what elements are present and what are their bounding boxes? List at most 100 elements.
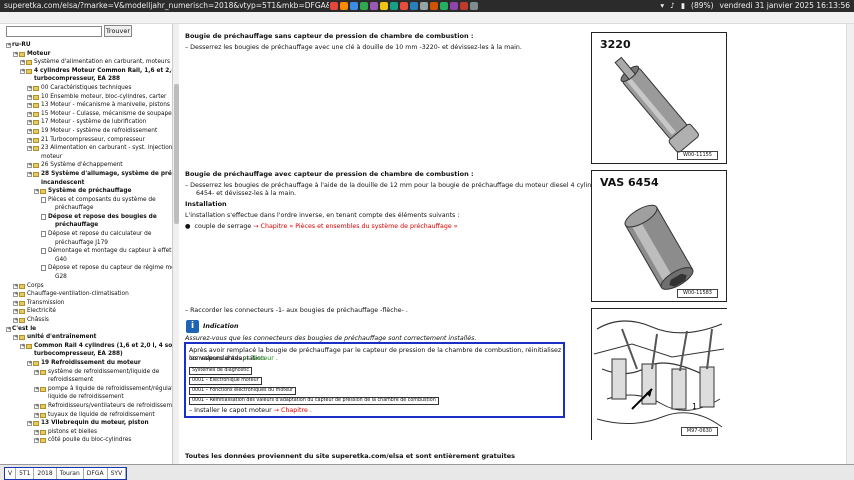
tree-item[interactable]: + Système d'alimentation en carburant, mo… — [0, 58, 172, 67]
expand-toggle-icon[interactable]: + — [13, 300, 18, 306]
tree-item[interactable]: +26 Système d'échappement — [0, 161, 172, 170]
sidebar-scrollbar[interactable] — [172, 24, 179, 464]
expand-toggle-icon[interactable]: + — [34, 412, 39, 418]
tree-item[interactable]: +17 Moteur - système de lubrification — [0, 118, 172, 127]
tree-item[interactable]: +21 Turbocompresseur, compresseur — [0, 136, 172, 145]
tree-item[interactable]: turbocompresseur, EA 288) — [0, 350, 172, 359]
breadcrumb-item[interactable]: 2018 — [34, 468, 57, 479]
app-icon[interactable] — [420, 2, 428, 10]
tree-item[interactable]: Pièces et composants du système de — [0, 196, 172, 205]
tree-item[interactable]: refroidissement — [0, 376, 172, 385]
expand-toggle-icon[interactable]: + — [27, 111, 32, 117]
tree-item[interactable]: préchauffage — [0, 221, 172, 230]
tree-item[interactable]: préchauffage — [0, 204, 172, 213]
tree-item[interactable]: + Electricité — [0, 307, 172, 316]
app-icon[interactable] — [440, 2, 448, 10]
expand-toggle-icon[interactable]: + — [27, 103, 32, 109]
tree-item[interactable]: Dépose et repose du capteur de régime mo… — [0, 264, 172, 273]
tree-item[interactable]: G28 — [0, 273, 172, 282]
tree-item[interactable]: + tuyaux de liquide de refroidissement — [0, 411, 172, 420]
expand-toggle-icon[interactable]: + — [27, 421, 32, 427]
app-icon[interactable] — [430, 2, 438, 10]
expand-toggle-icon[interactable]: + — [20, 60, 25, 66]
app-icon[interactable] — [390, 2, 398, 10]
app-icon[interactable] — [350, 2, 358, 10]
tree-item[interactable]: + Moteur — [0, 50, 172, 59]
expand-toggle-icon[interactable]: + — [27, 137, 32, 143]
tree-item[interactable]: + Refroidisseurs/ventilateurs de refroidi… — [0, 402, 172, 411]
tree-item[interactable]: +10 Ensemble moteur, bloc-cylindres, car… — [0, 93, 172, 102]
tree-item[interactable]: +00 Caractéristiques techniques — [0, 84, 172, 93]
clock[interactable]: vendredi 31 janvier 2025 16:13:56 — [720, 0, 850, 12]
app-icon[interactable] — [380, 2, 388, 10]
tree-item[interactable]: turbocompresseur, EA 288 — [0, 75, 172, 84]
breadcrumb-item[interactable]: V — [5, 468, 17, 479]
scrollbar-thumb[interactable] — [174, 84, 179, 224]
tree-item[interactable]: Dépose et repose des bougies de — [0, 213, 172, 222]
expand-toggle-icon[interactable]: + — [27, 128, 32, 134]
main-scrollbar[interactable] — [846, 24, 854, 464]
tree-item[interactable]: +15 Moteur - Culasse, mécanisme de soupa… — [0, 110, 172, 119]
tree-item[interactable]: + pistons et bielles — [0, 428, 172, 437]
expand-toggle-icon[interactable]: + — [13, 51, 18, 57]
expand-toggle-icon[interactable]: + — [20, 343, 25, 349]
tree-item[interactable]: +23 Alimentation en carburant - syst. in… — [0, 144, 172, 153]
expand-toggle-icon[interactable]: + — [34, 369, 39, 375]
breadcrumb-item[interactable]: 5T1 — [16, 468, 35, 479]
tree-item[interactable]: + ru-RU — [0, 41, 172, 50]
expand-toggle-icon[interactable]: + — [27, 163, 32, 169]
expand-toggle-icon[interactable]: + — [34, 386, 39, 392]
expand-toggle-icon[interactable]: + — [6, 326, 11, 332]
tree-item[interactable]: + Châssis — [0, 316, 172, 325]
chapter-link[interactable]: → Chapitre . — [274, 407, 312, 414]
tree-item[interactable]: + Chauffage-ventilation-climatisation — [0, 290, 172, 299]
expand-toggle-icon[interactable]: + — [13, 318, 18, 323]
app-icon[interactable] — [450, 2, 458, 10]
expand-toggle-icon[interactable]: + — [20, 68, 25, 74]
expand-toggle-icon[interactable]: + — [34, 438, 39, 444]
tree-item[interactable]: + C'est le — [0, 325, 172, 334]
tree-item[interactable]: G40 — [0, 256, 172, 265]
app-icon[interactable] — [470, 2, 478, 10]
tree-item[interactable]: moteur — [0, 153, 172, 162]
tree-item[interactable]: +13 Moteur - mécanisme à manivelle, pist… — [0, 101, 172, 110]
app-icon[interactable] — [410, 2, 418, 10]
tree-item[interactable]: + côté poulie du bloc-cylindres — [0, 436, 172, 445]
expand-toggle-icon[interactable]: + — [13, 309, 18, 315]
tree-item[interactable]: + unité d'entraînement — [0, 333, 172, 342]
expand-toggle-icon[interactable]: + — [34, 403, 39, 409]
app-icon[interactable] — [360, 2, 368, 10]
tree-item[interactable]: +28 Système d'allumage, système de pré-a… — [0, 170, 172, 179]
tree-item[interactable]: + pompe à liquide de refroidissement/régu… — [0, 385, 172, 394]
tree-item[interactable]: Dépose et repose du calculateur de — [0, 230, 172, 239]
tree-item[interactable]: Démontage et montage du capteur à effet … — [0, 247, 172, 256]
tree-item[interactable]: + Transmission — [0, 299, 172, 308]
tree-item[interactable]: +13 Vilebrequin du moteur, piston — [0, 419, 172, 428]
expand-toggle-icon[interactable]: + — [27, 360, 32, 366]
find-button[interactable]: Trouver — [104, 25, 132, 37]
chapter-link[interactable]: → Chapitre « Pièces et ensembles du syst… — [253, 223, 457, 230]
search-input[interactable] — [6, 26, 102, 37]
app-icon[interactable] — [370, 2, 378, 10]
tester-link[interactable]: → Testeur . — [244, 355, 278, 362]
wifi-icon[interactable]: ▾ — [660, 0, 664, 12]
tree-item[interactable]: incandescent — [0, 179, 172, 188]
breadcrumb-item[interactable]: DFGA — [83, 468, 108, 479]
tree-item[interactable]: + Common Rail 4 cylindres (1,6 et 2,0 l, … — [0, 342, 172, 351]
tree-item[interactable]: liquide de refroidissement — [0, 393, 172, 402]
breadcrumb-item[interactable]: Touran — [56, 468, 84, 479]
expand-toggle-icon[interactable]: + — [27, 171, 32, 177]
tree-item[interactable]: + Corps — [0, 282, 172, 291]
expand-toggle-icon[interactable]: + — [13, 292, 18, 298]
expand-toggle-icon[interactable]: + — [34, 429, 39, 435]
breadcrumb-item[interactable]: SYV — [107, 468, 127, 479]
expand-toggle-icon[interactable]: + — [27, 94, 32, 100]
tree-item[interactable]: +4 cylindres Moteur Common Rail, 1,6 et … — [0, 67, 172, 76]
battery-icon[interactable]: ▮ — [681, 0, 685, 12]
tree-item[interactable]: préchauffage J179 — [0, 239, 172, 248]
tree-item[interactable]: + Système de préchauffage — [0, 187, 172, 196]
expand-toggle-icon[interactable]: + — [34, 189, 39, 195]
app-icon[interactable] — [400, 2, 408, 10]
expand-toggle-icon[interactable]: + — [27, 146, 32, 152]
expand-toggle-icon[interactable]: + — [6, 43, 11, 48]
